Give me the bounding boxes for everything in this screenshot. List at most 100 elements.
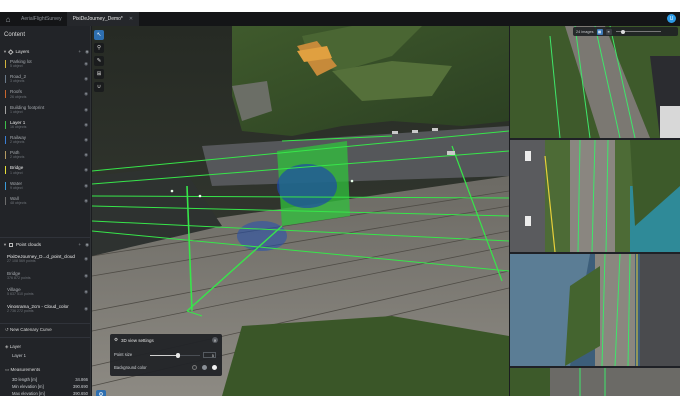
eye-icon[interactable]: ◉ <box>84 76 88 82</box>
bg-swatch-white[interactable] <box>212 365 217 370</box>
eye-icon[interactable]: ◉ <box>85 49 89 55</box>
layer-color-bar <box>5 75 7 84</box>
layer-color-bar <box>5 136 7 144</box>
eye-icon[interactable]: ◉ <box>84 167 88 173</box>
curve-icon: ∪ <box>96 84 102 90</box>
layer-item[interactable]: Path 2 objects ◉ <box>5 150 88 160</box>
layer-item[interactable]: Road_2 3 objects ◉ <box>5 74 88 84</box>
layer-count: 1 object <box>10 109 23 114</box>
background-color-label: Background color <box>114 365 147 370</box>
list-view-button[interactable]: ≡ <box>605 28 612 35</box>
3d-viewport[interactable]: ↖ ⚲ ✎ ⊞ ∪ ⚙ 3D view settings ✕ Point siz… <box>92 26 509 396</box>
layer-name: Bridge <box>10 165 24 171</box>
cursor-tool-button[interactable]: ↖ <box>94 30 104 40</box>
pointcloud-item[interactable]: Bridge 376 872 points ◉ <box>5 271 88 281</box>
bg-swatch-gray[interactable] <box>202 365 207 370</box>
add-icon[interactable]: + <box>78 242 81 248</box>
aerial-image-1[interactable] <box>510 26 680 139</box>
layer-item[interactable]: Railway 2 objects ◉ <box>5 135 88 145</box>
eye-icon[interactable]: ◉ <box>84 137 88 143</box>
collapse-caret-icon[interactable]: ▼ <box>3 49 7 54</box>
layer-item[interactable]: Bridge 1 object ◉ <box>5 165 88 175</box>
eye-icon[interactable]: ◉ <box>84 183 88 189</box>
layer-count: 3 objects <box>10 79 25 84</box>
close-tab-icon[interactable]: ✕ <box>129 16 133 22</box>
grid-view-button[interactable]: ▦ <box>596 28 603 35</box>
tab-label: AerialFlightSurvey <box>21 16 62 22</box>
eye-icon[interactable]: ◉ <box>84 152 88 158</box>
add-icon[interactable]: + <box>78 49 81 55</box>
pointcloud-count: 5 637 510 points <box>7 292 34 297</box>
collapse-caret-icon[interactable]: ▼ <box>3 242 7 247</box>
layer-item[interactable]: Roofs 26 objects ◉ <box>5 89 88 99</box>
eye-icon[interactable]: ◉ <box>84 61 88 67</box>
layer-item[interactable]: Layer 1 16 objects ◉ <box>5 119 88 130</box>
layer-color-bar <box>5 196 7 205</box>
layer-name: Layer 1 <box>10 119 26 125</box>
layers-section-header[interactable]: ▼ Layers + ◉ <box>3 47 89 56</box>
measurement-label: 3D length [m] <box>12 377 37 382</box>
pointcloud-item[interactable]: Village 5 637 510 points ◉ <box>5 287 88 297</box>
eye-icon[interactable]: ◉ <box>84 122 88 128</box>
pointcloud-icon <box>8 242 13 247</box>
measurement-row: Min elevation [m] 390.690 <box>12 384 88 391</box>
curve-tool-button[interactable]: ∪ <box>94 82 104 92</box>
slider-fill <box>150 355 178 357</box>
section-label: Point clouds <box>15 242 41 247</box>
pointclouds-section-header[interactable]: ▼ Point clouds + ◉ <box>3 240 89 249</box>
pointcloud-item[interactable]: PixiDeJourney_D...d_point_cloud 27 108 56… <box>5 254 88 264</box>
measurements-heading: ▭ Measurements <box>5 367 41 372</box>
eye-icon[interactable]: ◉ <box>84 289 88 295</box>
aerial-image-2[interactable] <box>510 139 680 253</box>
aerial-image-4[interactable] <box>510 368 680 396</box>
layer-count: 2 objects <box>10 155 25 160</box>
pointcloud-name: Village <box>7 287 21 292</box>
point-size-slider[interactable] <box>150 353 200 358</box>
home-icon[interactable]: ⌂ <box>0 12 16 26</box>
point-size-input[interactable]: 5 <box>203 352 216 358</box>
bg-swatch-dark[interactable] <box>192 365 197 370</box>
measurement-label: Min elevation [m] <box>12 384 44 389</box>
measurement-row: Max elevation [m] 390.650 <box>12 391 88 396</box>
layer-name: Roofs <box>10 89 23 95</box>
divider <box>0 237 90 238</box>
aerial-image-3[interactable] <box>510 253 680 367</box>
app-window: ⌂ AerialFlightSurvey PixiDeJourney_Demo*… <box>0 12 680 396</box>
layer-color-bar <box>5 60 7 68</box>
pointcloud-item[interactable]: Vinosrama_2cm - Cloud_color 2 736 272 poi… <box>5 304 88 314</box>
eye-icon[interactable]: ◉ <box>84 273 88 279</box>
pencil-tool-button[interactable]: ✎ <box>94 56 104 66</box>
tab-aerial-flight-survey[interactable]: AerialFlightSurvey <box>16 12 68 26</box>
tab-pixidejourney-demo[interactable]: PixiDeJourney_Demo* ✕ <box>67 12 140 26</box>
avatar[interactable]: U <box>667 14 676 23</box>
section-label: Layers <box>15 49 30 54</box>
aerial-images[interactable] <box>510 26 680 396</box>
eye-icon[interactable]: ◉ <box>84 107 88 113</box>
eye-icon[interactable]: ◉ <box>85 242 89 248</box>
box-tool-button[interactable]: ⊞ <box>94 69 104 79</box>
image-viewer-panel[interactable]: 24 images ▦ ≡ <box>510 26 680 396</box>
layer-count: 16 objects <box>10 125 27 130</box>
slider-handle[interactable] <box>175 353 180 358</box>
image-size-slider[interactable] <box>615 29 661 34</box>
view-settings-button[interactable]: ⚙ <box>96 390 106 396</box>
layer-heading: ◈ Layer <box>5 344 21 349</box>
tab-label: PixiDeJourney_Demo* <box>72 16 123 22</box>
layer-item[interactable]: Building footprint 1 object ◉ <box>5 105 88 115</box>
layer-count: 2 objects <box>10 140 25 145</box>
eye-icon[interactable]: ◉ <box>84 91 88 97</box>
layer-value: Layer 1 <box>12 353 26 358</box>
layer-color-bar <box>5 151 7 160</box>
new-catenary-curve[interactable]: ↺ New Catenary Curve <box>5 327 52 333</box>
3d-view-settings-panel: ⚙ 3D view settings ✕ Point size 5 Backgr… <box>110 334 222 376</box>
eye-icon[interactable]: ◉ <box>84 256 88 262</box>
pin-tool-button[interactable]: ⚲ <box>94 43 104 53</box>
layer-item[interactable]: Wall 48 objects ◉ <box>5 196 88 206</box>
eye-icon[interactable]: ◉ <box>84 306 88 312</box>
layer-item[interactable]: Parking lot 5 object ◉ <box>5 59 88 69</box>
eye-icon[interactable]: ◉ <box>84 198 88 204</box>
layer-color-bar <box>5 105 7 114</box>
pointcloud-count: 376 872 points <box>7 275 31 280</box>
layer-item[interactable]: Water 9 object ◉ <box>5 181 88 191</box>
close-settings-button[interactable]: ✕ <box>212 337 218 343</box>
